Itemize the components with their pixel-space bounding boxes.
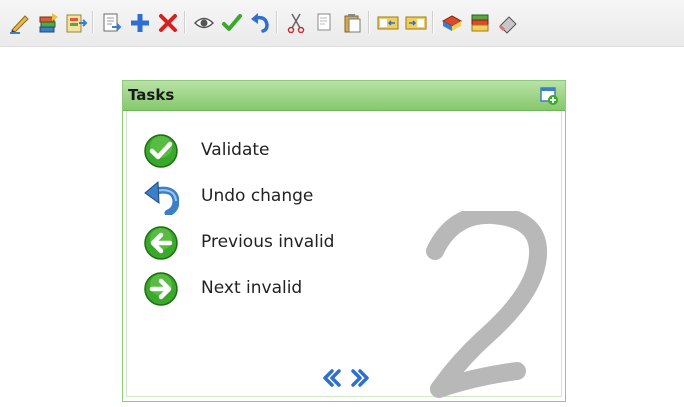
book-red-icon[interactable] [438,9,464,35]
tasks-panel-body: Validate Undo change Previous invalid Ne… [126,111,562,398]
export-books-icon[interactable] [62,9,88,35]
import-books-icon[interactable] [34,9,60,35]
field-right-icon[interactable] [402,9,428,35]
task-previous-invalid[interactable]: Previous invalid [143,225,403,261]
check-circle-icon [143,133,179,169]
toolbar-separator [92,11,94,33]
pen-icon[interactable] [6,9,32,35]
main-toolbar [0,0,684,47]
toolbar-separator [432,11,434,33]
add-icon[interactable] [126,9,152,35]
view-eye-icon[interactable] [190,9,216,35]
undo-arrow-icon [143,179,180,217]
tasks-panel-title: Tasks [128,86,175,104]
paste-icon[interactable] [338,9,364,35]
field-left-icon[interactable] [374,9,400,35]
delete-icon[interactable] [154,9,180,35]
arrow-right-circle-icon [143,271,179,307]
tasks-panel: Tasks Validate Undo change Previous inva… [122,80,566,402]
task-label: Validate [201,140,270,160]
validate-check-icon[interactable] [218,9,244,35]
eraser-icon[interactable] [494,9,520,35]
task-label: Previous invalid [201,232,335,252]
panel-add-icon[interactable] [539,86,559,106]
task-undo-change[interactable]: Undo change [143,179,403,217]
double-chevron-right-icon[interactable] [349,367,371,391]
task-next-invalid[interactable]: Next invalid [143,271,403,307]
arrow-left-circle-icon [143,225,179,261]
tasks-panel-header: Tasks [123,81,565,111]
step-number-watermark [413,205,553,401]
toolbar-separator [276,11,278,33]
double-chevron-left-icon[interactable] [321,367,343,391]
cut-icon[interactable] [282,9,308,35]
book-stack-icon[interactable] [466,9,492,35]
toolbar-separator [368,11,370,33]
document-arrow-icon[interactable] [98,9,124,35]
undo-icon[interactable] [246,9,272,35]
task-validate[interactable]: Validate [143,133,403,169]
copy-icon[interactable] [310,9,336,35]
task-label: Next invalid [201,278,303,298]
task-label: Undo change [201,186,314,206]
toolbar-separator [184,11,186,33]
